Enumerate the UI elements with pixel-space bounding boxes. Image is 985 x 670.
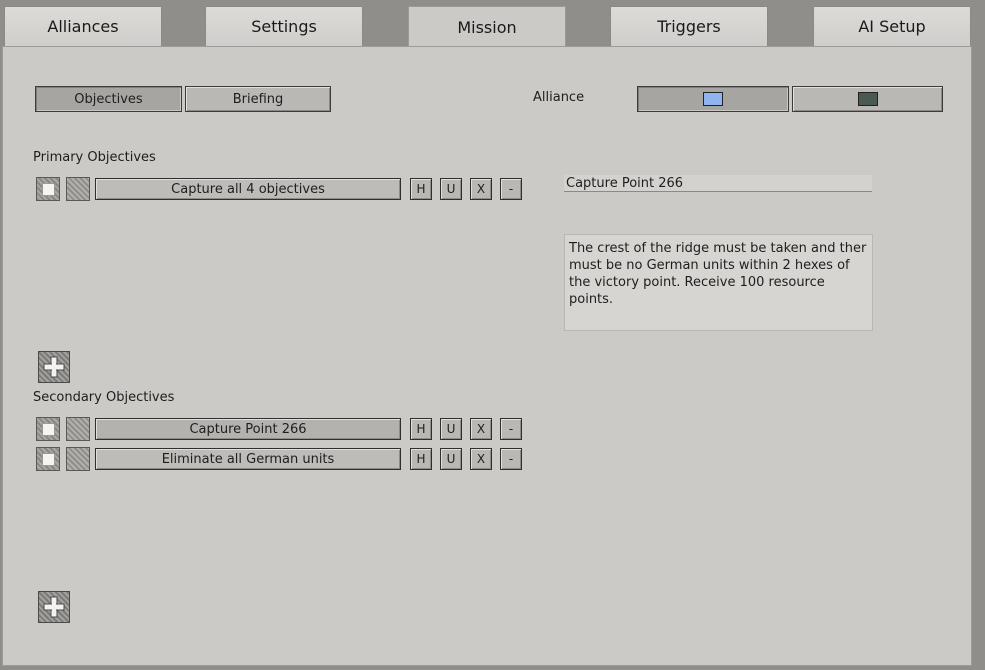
tab-label: Settings	[251, 17, 317, 36]
secondary-objective-pattern-button[interactable]	[66, 447, 90, 471]
unhide-button[interactable]: U	[440, 448, 462, 470]
objective-label: Capture all 4 objectives	[171, 181, 325, 197]
alliance-1-button[interactable]	[637, 86, 789, 112]
primary-objective-pattern-button[interactable]	[66, 177, 90, 201]
secondary-objective-checkbox[interactable]	[36, 417, 60, 441]
tab-label: Triggers	[657, 17, 721, 36]
hide-button[interactable]: H	[410, 448, 432, 470]
delete-button-label: X	[476, 452, 486, 466]
primary-objective-checkbox[interactable]	[36, 177, 60, 201]
tab-triggers[interactable]: Triggers	[610, 6, 768, 46]
remove-button[interactable]: -	[500, 178, 522, 200]
secondary-objective-checkbox[interactable]	[36, 447, 60, 471]
tab-alliances[interactable]: Alliances	[4, 6, 162, 46]
unhide-button-label: U	[446, 422, 456, 436]
delete-button[interactable]: X	[470, 418, 492, 440]
unhide-button[interactable]: U	[440, 418, 462, 440]
objective-label: Eliminate all German units	[161, 451, 335, 467]
hide-button-label: H	[416, 452, 426, 466]
secondary-objective-button[interactable]: Capture Point 266	[95, 418, 401, 440]
hide-button[interactable]: H	[410, 178, 432, 200]
unhide-button-label: U	[446, 452, 456, 466]
secondary-objectives-heading: Secondary Objectives	[33, 390, 175, 405]
add-secondary-objective-button[interactable]	[38, 591, 70, 623]
remove-button[interactable]: -	[500, 448, 522, 470]
tab-settings[interactable]: Settings	[205, 6, 363, 46]
remove-button-label: -	[508, 422, 514, 436]
hide-button-label: H	[416, 422, 426, 436]
secondary-objective-button[interactable]: Eliminate all German units	[95, 448, 401, 470]
briefing-subtab-label: Briefing	[232, 91, 284, 107]
hide-button-label: H	[416, 182, 426, 196]
briefing-subtab[interactable]: Briefing	[185, 86, 331, 112]
alliance-label: Alliance	[533, 90, 585, 105]
hide-button[interactable]: H	[410, 418, 432, 440]
objective-description-field[interactable]: The crest of the ridge must be taken and…	[564, 234, 873, 331]
checkbox-box	[41, 182, 55, 196]
objective-description-text: The crest of the ridge must be taken and…	[569, 241, 867, 307]
primary-objectives-heading: Primary Objectives	[33, 150, 156, 165]
objective-title-field[interactable]: Capture Point 266	[564, 175, 872, 192]
objectives-subtab[interactable]: Objectives	[35, 86, 182, 112]
primary-objective-button[interactable]: Capture all 4 objectives	[95, 178, 401, 200]
checkbox-box	[41, 452, 55, 466]
objective-label: Capture Point 266	[189, 421, 307, 437]
tab-mission[interactable]: Mission	[408, 6, 566, 48]
objectives-subtab-label: Objectives	[74, 91, 143, 107]
delete-button[interactable]: X	[470, 178, 492, 200]
unhide-button-label: U	[446, 182, 456, 196]
remove-button[interactable]: -	[500, 418, 522, 440]
add-primary-objective-button[interactable]	[38, 351, 70, 383]
secondary-objective-pattern-button[interactable]	[66, 417, 90, 441]
alliance-1-swatch	[703, 92, 723, 106]
tab-label: AI Setup	[858, 17, 926, 36]
delete-button-label: X	[476, 422, 486, 436]
mission-panel	[2, 46, 972, 666]
plus-icon	[43, 356, 65, 378]
checkbox-box	[41, 422, 55, 436]
delete-button-label: X	[476, 182, 486, 196]
objective-title-text: Capture Point 266	[566, 176, 684, 191]
tab-label: Alliances	[47, 17, 119, 36]
remove-button-label: -	[508, 182, 514, 196]
alliance-2-button[interactable]	[792, 86, 943, 112]
tab-ai-setup[interactable]: AI Setup	[813, 6, 971, 46]
remove-button-label: -	[508, 452, 514, 466]
alliance-2-swatch	[857, 92, 878, 106]
unhide-button[interactable]: U	[440, 178, 462, 200]
tab-label: Mission	[457, 18, 517, 37]
plus-icon	[43, 596, 65, 618]
delete-button[interactable]: X	[470, 448, 492, 470]
